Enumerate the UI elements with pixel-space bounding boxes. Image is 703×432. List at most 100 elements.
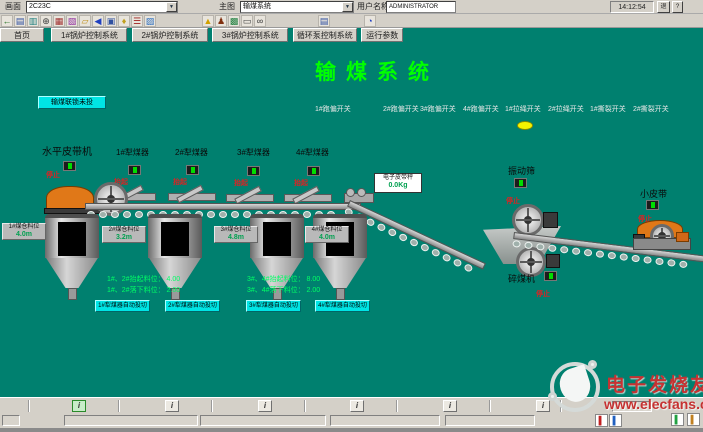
tab-boiler1[interactable]: 1#锅炉控制系统 [51, 28, 128, 42]
switch-label-pullcord-1: 1#拉绳开关 [505, 106, 541, 113]
toolbar-separator [396, 400, 398, 412]
plow-3-graphic [226, 182, 274, 202]
crusher-status: 停止 [536, 291, 550, 298]
alarm-icon[interactable]: ▲ [202, 15, 214, 27]
plow-3-label: 3#犁煤器 [237, 148, 270, 157]
exit-icon[interactable]: ← [1, 15, 13, 27]
switch-label-pullcord-2: 2#拉绳开关 [548, 106, 584, 113]
binoculars-icon[interactable]: ∞ [254, 15, 266, 27]
belt-roller [678, 260, 688, 269]
bell-icon[interactable]: ♦ [118, 15, 130, 27]
belt-roller [512, 239, 521, 248]
chevron-down-icon[interactable]: ▼ [166, 2, 177, 12]
belt-roller [667, 258, 676, 267]
bunker-3-level: 3#煤仓料位 4.8m [214, 226, 258, 243]
bunker-2-level: 2#煤仓料位 3.2m [102, 226, 146, 243]
belt-roller [524, 241, 533, 250]
plow-1-indicator [128, 165, 141, 175]
horizontal-belt-label: 水平皮带机 [42, 147, 92, 158]
grid-icon[interactable]: ▦ [53, 15, 65, 27]
plow-1-label: 1#犁煤器 [116, 148, 149, 157]
plow-4-indicator [307, 166, 320, 176]
chevron-down-icon[interactable]: ▼ [342, 2, 353, 12]
setpoint-lower-34: 3#、4#落下料位： 2.00 [247, 287, 321, 294]
list-icon[interactable]: ☰ [131, 15, 143, 27]
belt-roller [219, 211, 227, 218]
info-button-4[interactable]: i [350, 400, 364, 412]
toolbar-icons: ← ▤ ▥ ⊕ ▦ ▧ ▱ ◀ ▣ ♦ ☰ ▨ ▲ ♟ ▩ ▭ ∞ ▤ ◔ [0, 14, 703, 28]
back-icon[interactable]: ◀ [92, 15, 104, 27]
status-field-1 [2, 415, 20, 426]
plow-3-auto-button[interactable]: 3#犁煤器自动投切 [246, 300, 301, 312]
belt-roller [111, 211, 119, 218]
belt-roller [595, 250, 605, 259]
plow-4-label: 4#犁煤器 [296, 148, 329, 157]
watermark-brand: 电子发烧友 [606, 375, 703, 396]
view-columns-icon[interactable]: ▥ [27, 15, 39, 27]
palette-icon[interactable]: ▧ [66, 15, 78, 27]
status-field-2 [64, 415, 198, 426]
status-field-5 [445, 415, 535, 426]
help-button[interactable]: ? [672, 1, 683, 13]
plow-1-auto-button[interactable]: 1#犁煤器自动投切 [95, 300, 150, 312]
belt-roller [135, 211, 143, 218]
users-icon[interactable]: ♟ [215, 15, 227, 27]
logout-button[interactable]: 退 [657, 1, 670, 13]
info-button-2[interactable]: i [165, 400, 179, 412]
main-picture-combo[interactable]: 输煤系统 ▼ [240, 1, 354, 13]
interlock-button[interactable]: 输煤联锁未投 [38, 96, 106, 109]
horizontal-belt [85, 203, 361, 210]
tab-strip: 首页 1#锅炉控制系统 2#锅炉控制系统 3#锅炉控制系统 循环泵控制系统 运行… [0, 28, 703, 42]
belt-roller [643, 256, 652, 264]
image-icon[interactable]: ▩ [228, 15, 240, 27]
tab-home[interactable]: 首页 [0, 28, 44, 42]
clock-icon[interactable]: ◔ [364, 15, 376, 27]
info-button-5[interactable]: i [443, 400, 457, 412]
horizontal-belt-indicator [63, 161, 76, 171]
head-pulley-2 [357, 188, 366, 197]
plow-2-indicator [186, 165, 199, 175]
plow-2-auto-button[interactable]: 2#犁煤器自动投切 [165, 300, 220, 312]
plow-4-auto-button[interactable]: 4#犁煤器自动投切 [315, 300, 370, 312]
tab-circulating-pump[interactable]: 循环泵控制系统 [292, 28, 357, 42]
tab-boiler2[interactable]: 2#锅炉控制系统 [131, 28, 208, 42]
truck-icon[interactable]: ▭ [241, 15, 253, 27]
tab-run-parameters[interactable]: 运行参数 [361, 28, 404, 42]
toolbar-separator [28, 400, 30, 412]
crusher-indicator [544, 271, 557, 281]
toolbar-separator [304, 400, 306, 412]
bunker-1-level: 1#煤仓料位 4.0m [2, 223, 46, 240]
screen-combo[interactable]: 2C23C ▼ [26, 1, 178, 13]
belt-scale-value: 0.0Kg [388, 182, 408, 189]
info-button-1[interactable]: i [72, 400, 86, 412]
belt-roller [559, 245, 569, 254]
belt-roller [231, 211, 239, 218]
search-icon[interactable]: ⊕ [40, 15, 52, 27]
bunker-1 [45, 212, 99, 302]
folder-icon[interactable]: ▱ [79, 15, 91, 27]
monitor-icon[interactable]: ▣ [105, 15, 117, 27]
belt-roller [607, 251, 617, 260]
screen-motor-upper [543, 212, 558, 228]
belt-roller [303, 211, 311, 218]
setpoint-raise-12: 1#、2#抬起料位： 4.00 [107, 276, 181, 283]
toolbar-separator [211, 400, 213, 412]
print-icon[interactable]: ▤ [14, 15, 26, 27]
status-field-3 [200, 415, 326, 426]
info-button-3[interactable]: i [258, 400, 272, 412]
page-title: 输煤系统 [315, 61, 439, 84]
crusher-label: 碎煤机 [508, 274, 536, 284]
switch-label-deviation-2: 2#跑偏开关 [383, 106, 419, 113]
watermark-url: www.elecfans.com [604, 396, 703, 412]
layers-icon[interactable]: ▨ [144, 15, 156, 27]
tab-boiler3[interactable]: 3#锅炉控制系统 [212, 28, 289, 42]
report-icon[interactable]: ▤ [318, 15, 330, 27]
scada-window: 画面 2C23C ▼ 主图 输煤系统 ▼ 用户名称 ADMINISTRATOR … [0, 0, 703, 432]
belt-roller [583, 248, 593, 257]
belt-scale-label: 电子皮带秤 [382, 175, 413, 181]
toolbar-separator [489, 400, 491, 412]
user-name-field[interactable]: ADMINISTRATOR [386, 1, 456, 13]
coal-system-mimic: 输煤系统 输煤联锁未投 1#跑偏开关 2#跑偏开关 3#跑偏开关 4#跑偏开关 … [0, 42, 703, 397]
vibrating-screen-indicator [514, 178, 527, 188]
belt-roller [655, 257, 664, 266]
